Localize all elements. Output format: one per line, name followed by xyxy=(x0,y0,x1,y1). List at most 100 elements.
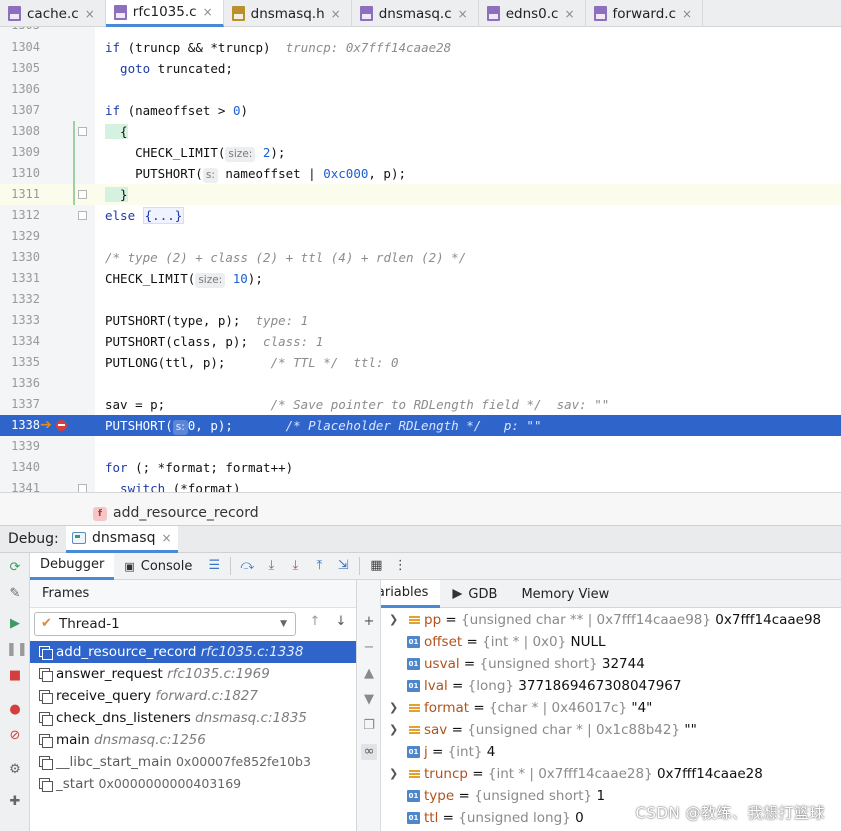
settings-gear-icon[interactable]: ⚙ xyxy=(6,761,24,779)
code-line[interactable]: 1341 switch (*format) xyxy=(0,478,841,492)
step-out-icon[interactable]: ⤒ xyxy=(307,555,331,577)
layout-menu-icon[interactable]: ☰ xyxy=(202,555,226,577)
code-line[interactable]: 1337 sav = p; /* Save pointer to RDLengt… xyxy=(0,394,841,415)
vcs-change-bar[interactable] xyxy=(73,121,75,205)
code-line[interactable]: 1310 PUTSHORT(s: nameoffset | 0xc000, p)… xyxy=(0,163,841,184)
frame-item[interactable]: _start 0x0000000000403169 xyxy=(30,773,356,795)
code-line[interactable]: 1307 if (nameoffset > 0) xyxy=(0,100,841,121)
tab-gdb[interactable]: GDB xyxy=(440,580,509,608)
move-down-icon[interactable]: ▼ xyxy=(361,692,377,708)
fold-toggle-icon[interactable] xyxy=(78,211,87,220)
fold-toggle-icon[interactable] xyxy=(78,127,87,136)
tab-edns0-c[interactable]: edns0.c × xyxy=(479,0,586,27)
pause-icon[interactable]: ❚❚ xyxy=(6,641,28,659)
tab-variables[interactable]: Variables xyxy=(381,580,441,608)
stop-icon[interactable]: ■ xyxy=(6,667,24,685)
tab-forward-c[interactable]: forward.c × xyxy=(586,0,704,27)
move-up-icon[interactable]: ▲ xyxy=(361,666,377,682)
tab-rfc1035-c[interactable]: rfc1035.c × xyxy=(105,0,224,27)
breadcrumb-function[interactable]: add_resource_record xyxy=(113,505,259,521)
frame-item[interactable]: check_dns_listeners dnsmasq.c:1835 xyxy=(30,707,356,729)
variable-row[interactable]: 01 offset = {int * | 0x0} NULL xyxy=(381,631,841,653)
remove-watch-icon[interactable]: − xyxy=(361,640,377,656)
close-icon[interactable]: × xyxy=(161,531,171,545)
add-watch-icon[interactable]: + xyxy=(361,614,377,630)
folded-region[interactable]: {...} xyxy=(142,207,185,224)
breakpoint-icon[interactable] xyxy=(56,420,67,431)
variable-row[interactable]: ❯ format = {char * | 0x46017c} "4" xyxy=(381,697,841,719)
chevron-right-icon[interactable]: ❯ xyxy=(389,609,398,631)
close-icon[interactable]: × xyxy=(85,7,95,21)
fold-toggle-icon[interactable] xyxy=(78,484,87,492)
tab-cache-c[interactable]: cache.c × xyxy=(0,0,106,27)
variable-row[interactable]: ❯ sav = {unsigned char * | 0x1c88b42} "" xyxy=(381,719,841,741)
more-options-icon[interactable]: ⋮ xyxy=(388,555,412,577)
fold-toggle-icon[interactable] xyxy=(78,190,87,199)
code-line[interactable]: 1308 { xyxy=(0,121,841,142)
chevron-right-icon[interactable]: ❯ xyxy=(389,697,398,719)
code-line[interactable]: 1303 xyxy=(0,27,841,36)
tab-memory-view[interactable]: Memory View xyxy=(509,580,621,608)
code-line[interactable]: 1339 xyxy=(0,436,841,457)
code-line[interactable]: 1305 goto truncated; xyxy=(0,58,841,79)
chevron-right-icon[interactable]: ❯ xyxy=(389,719,398,741)
code-line[interactable]: 1335 PUTLONG(ttl, p); /* TTL */ ttl: 0 xyxy=(0,352,841,373)
variable-row[interactable]: 01 j = {int} 4 xyxy=(381,741,841,763)
copy-icon[interactable]: ❐ xyxy=(361,718,377,734)
force-step-into-icon[interactable]: ⤓ xyxy=(283,555,307,577)
show-watches-glasses-icon[interactable]: ∞ xyxy=(361,744,377,760)
frame-item[interactable]: add_resource_record rfc1035.c:1338 xyxy=(30,641,356,663)
resume-icon[interactable]: ▶ xyxy=(6,615,24,633)
code-line[interactable]: 1331 CHECK_LIMIT(size: 10); xyxy=(0,268,841,289)
evaluate-table-icon[interactable]: ▦ xyxy=(364,555,388,577)
tab-debugger[interactable]: Debugger xyxy=(30,552,115,580)
code-line-caret[interactable]: 1311 } xyxy=(0,184,841,205)
close-icon[interactable]: × xyxy=(331,7,341,21)
code-line[interactable]: 1333 PUTSHORT(type, p); type: 1 xyxy=(0,310,841,331)
code-line[interactable]: 1306 xyxy=(0,79,841,100)
step-into-icon[interactable]: ⤓ xyxy=(259,555,283,577)
code-line[interactable]: 1330 /* type (2) + class (2) + ttl (4) +… xyxy=(0,247,841,268)
close-icon[interactable]: × xyxy=(203,5,213,19)
code-line[interactable]: 1309 CHECK_LIMIT(size: 2); xyxy=(0,142,841,163)
code-line[interactable]: 1340 for (; *format; format++) xyxy=(0,457,841,478)
code-line[interactable]: 1329 xyxy=(0,226,841,247)
code-line[interactable]: 1312 else {...} xyxy=(0,205,841,226)
frame-item[interactable]: receive_query forward.c:1827 xyxy=(30,685,356,707)
frame-item[interactable]: main dnsmasq.c:1256 xyxy=(30,729,356,751)
wrench-icon[interactable]: ✎ xyxy=(6,585,24,603)
frame-address: 0x0000000000403169 xyxy=(98,776,242,791)
mute-breakpoints-icon[interactable]: ⊘ xyxy=(6,727,24,745)
thread-select[interactable]: ✔ Thread-1 ▼ xyxy=(34,612,296,636)
variables-actions-rail: + − ▲ ▼ ❐ ∞ xyxy=(357,580,381,831)
close-icon[interactable]: × xyxy=(458,7,468,21)
tab-dnsmasq-h[interactable]: dnsmasq.h × xyxy=(224,0,352,27)
tab-label: cache.c xyxy=(27,5,79,22)
arrow-down-icon[interactable]: ↓ xyxy=(332,614,350,634)
variable-row[interactable]: ❯ truncp = {int * | 0x7fff14caae28} 0x7f… xyxy=(381,763,841,785)
close-icon[interactable]: × xyxy=(564,7,574,21)
code-line[interactable]: 1332 xyxy=(0,289,841,310)
frame-item[interactable]: __libc_start_main 0x00007fe852fe10b3 xyxy=(30,751,356,773)
pin-icon[interactable]: ✚ xyxy=(6,793,24,811)
chevron-right-icon[interactable]: ❯ xyxy=(389,763,398,785)
run-to-cursor-icon[interactable]: ⇲ xyxy=(331,555,355,577)
arrow-up-icon[interactable]: ↑ xyxy=(306,614,324,634)
code-editor[interactable]: 1303 1304 if (truncp && *truncp) truncp:… xyxy=(0,27,841,492)
tab-dnsmasq-c[interactable]: dnsmasq.c × xyxy=(352,0,479,27)
variable-row[interactable]: 01 lval = {long} 3771869467308047967 xyxy=(381,675,841,697)
code-line[interactable]: 1334 PUTSHORT(class, p); class: 1 xyxy=(0,331,841,352)
variable-row[interactable]: 01 usval = {unsigned short} 32744 xyxy=(381,653,841,675)
frame-item[interactable]: answer_request rfc1035.c:1969 xyxy=(30,663,356,685)
step-over-icon[interactable]: ⤼ xyxy=(235,555,259,577)
breadcrumb[interactable]: f add_resource_record xyxy=(0,492,841,526)
tab-console[interactable]: ▣ Console xyxy=(114,553,202,580)
execution-line[interactable]: 1338 PUTSHORT(s: 0, p); /* Placeholder RD… xyxy=(0,415,841,436)
code-line[interactable]: 1336 xyxy=(0,373,841,394)
close-icon[interactable]: × xyxy=(682,7,692,21)
rerun-icon[interactable]: ⟳ xyxy=(6,559,24,577)
code-line[interactable]: 1304 if (truncp && *truncp) truncp: 0x7f… xyxy=(0,37,841,58)
debug-session-tab[interactable]: dnsmasq × xyxy=(66,526,178,553)
view-breakpoints-icon[interactable]: ● xyxy=(6,701,24,719)
variable-row[interactable]: ❯ pp = {unsigned char ** | 0x7fff14caae9… xyxy=(381,609,841,631)
